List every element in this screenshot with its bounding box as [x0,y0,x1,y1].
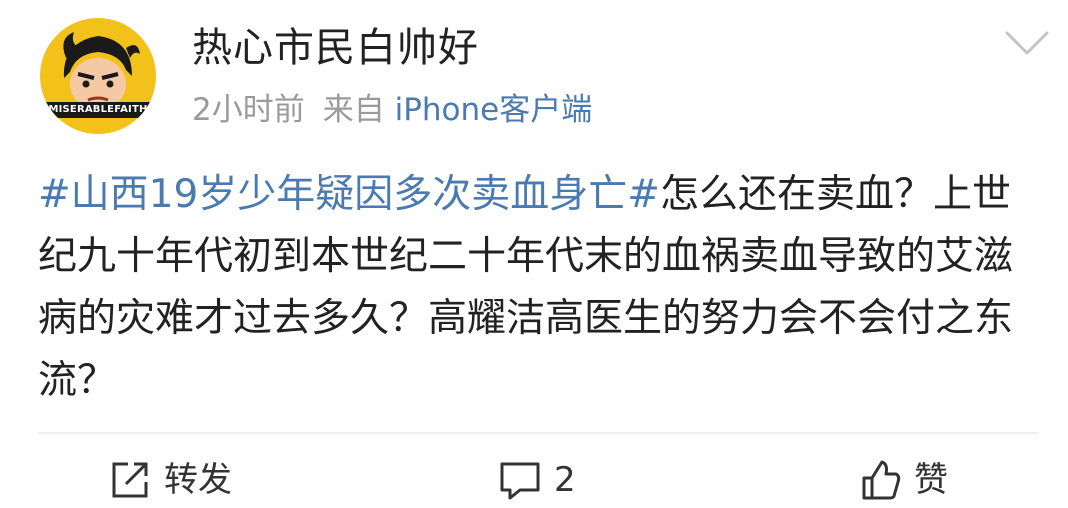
avatar-banner-text: MISERABLEFAITH [48,104,148,115]
topic-link[interactable]: #山西19岁少年疑因多次卖血身亡# [38,172,660,217]
post-meta: 2小时前 来自 iPhone客户端 [192,86,592,134]
repost-icon [112,462,148,497]
divider [38,432,1038,434]
comment-icon [500,462,540,499]
post-source[interactable]: iPhone客户端 [395,92,593,128]
comment-button[interactable]: 2 [498,452,576,508]
chevron-down-icon[interactable] [1004,28,1050,58]
username[interactable]: 热心市民白帅好 [192,20,479,76]
like-icon [862,460,901,499]
repost-label: 转发 [164,460,232,500]
like-label: 赞 [914,460,948,500]
comment-count: 2 [554,460,576,500]
post-time: 2小时前 [192,92,305,128]
post-text: #山西19岁少年疑因多次卖血身亡#怎么还在卖血？上世纪九十年代初到本世纪二十年代… [38,164,1048,412]
like-button[interactable]: 赞 [858,452,948,508]
repost-button[interactable]: 转发 [108,452,232,508]
from-label: 来自 [322,92,385,128]
avatar[interactable]: MISERABLEFAITH [40,18,156,134]
